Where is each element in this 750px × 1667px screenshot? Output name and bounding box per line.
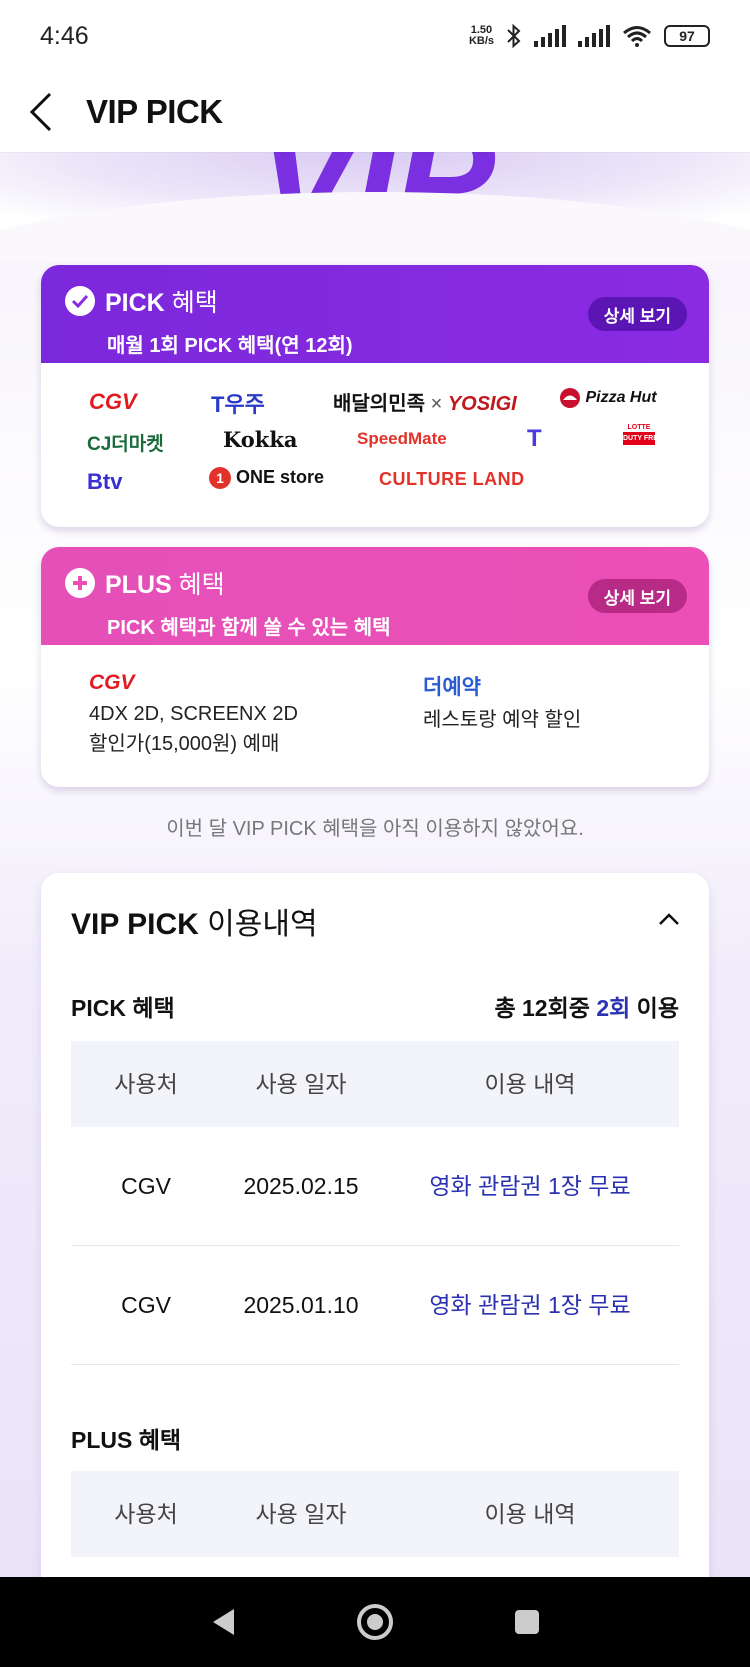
column-header: 사용 일자: [255, 1071, 347, 1097]
pick-card-title: PICK 혜택: [105, 289, 218, 317]
table-row: CGV 2025.02.15 영화 관람권 1장 무료: [71, 1127, 679, 1246]
pick-benefit-card: PICK 혜택 매월 1회 PICK 혜택(연 12회) 상세 보기 CGV T…: [41, 265, 709, 527]
plus-card-header: PLUS 혜택 PICK 혜택과 함께 쓸 수 있는 혜택 상세 보기: [41, 547, 709, 645]
t-logo: T: [527, 425, 542, 452]
usage-notice: 이번 달 VIP PICK 혜택을 아직 이용하지 않았어요.: [166, 818, 584, 840]
check-circle-icon: [65, 286, 95, 316]
lotte-dutyfree-logo: LOTTE DUTY FREE: [623, 423, 663, 445]
cell-place: CGV: [121, 1173, 171, 1199]
column-header: 사용처: [114, 1071, 178, 1097]
app-header: VIP PICK: [0, 72, 750, 152]
status-bar: 4:46 1.50 KB/s 97: [0, 0, 750, 72]
system-nav-bar: [0, 1577, 750, 1667]
plus-theyeyak-line1: 레스토랑 예약 할인: [423, 709, 582, 731]
column-header: 사용 일자: [255, 1501, 347, 1527]
collapse-button[interactable]: [657, 907, 681, 931]
onestore-logo: 1 ONE store: [209, 467, 324, 489]
cgv-logo: CGV: [89, 389, 137, 414]
column-header: 사용처: [114, 1501, 178, 1527]
kokka-logo: Kokka: [223, 427, 298, 452]
partner-logo-grid: CGV T우주 배달의민족 × YOSIGI Pizza Hut CJ더마켓 K…: [41, 363, 709, 527]
page-title: VIP PICK: [86, 93, 223, 130]
back-button[interactable]: [28, 90, 62, 134]
pick-detail-button[interactable]: 상세 보기: [587, 297, 687, 331]
column-header: 이용 내역: [484, 1501, 576, 1527]
cell-detail: 영화 관람권 1장 무료: [429, 1292, 631, 1318]
btv-logo: Btv: [87, 469, 123, 494]
back-triangle-icon[interactable]: [210, 1607, 236, 1637]
history-title: VIP PICK 이용내역: [71, 908, 318, 941]
status-icons: 1.50 KB/s 97: [469, 24, 710, 48]
pizzahut-logo: Pizza Hut: [559, 387, 657, 409]
usage-history-card: VIP PICK 이용내역 PICK 혜택 총 12회중 2회 이용 사용처 사…: [41, 873, 709, 1633]
network-speed: 1.50 KB/s: [468, 24, 494, 47]
cj-themarket-logo: CJ더마켓: [87, 434, 164, 455]
plus-detail-button[interactable]: 상세 보기: [587, 579, 687, 613]
recents-square-icon[interactable]: [514, 1609, 540, 1635]
cgv-logo: CGV: [89, 671, 135, 694]
plus-cgv-line1: 4DX 2D, SCREENX 2D: [89, 703, 298, 725]
plus-card-body: CGV 4DX 2D, SCREENX 2D 할인가(15,000원) 예매 더…: [41, 645, 709, 787]
baemin-logo: 배달의민족 × YOSIGI: [333, 393, 517, 415]
status-time: 4:46: [40, 21, 89, 50]
pick-usage-count: 총 12회중 2회 이용: [494, 995, 679, 1021]
plus-cgv-benefit: CGV 4DX 2D, SCREENX 2D 할인가(15,000원) 예매: [89, 671, 298, 759]
hero-banner: VIP: [0, 152, 750, 262]
pick-card-subtitle: 매월 1회 PICK 혜택(연 12회): [107, 335, 353, 357]
column-header: 이용 내역: [484, 1071, 576, 1097]
chevron-left-icon: [29, 92, 52, 132]
pick-table-header: 사용처 사용 일자 이용 내역: [71, 1041, 679, 1127]
home-circle-icon[interactable]: [356, 1603, 394, 1641]
tuju-logo: T우주: [211, 392, 265, 417]
signal-icon: [534, 25, 566, 47]
cell-date: 2025.02.15: [243, 1173, 359, 1199]
plus-card-subtitle: PICK 혜택과 함께 쓸 수 있는 혜택: [107, 617, 391, 639]
plus-history-label: PLUS 혜택: [71, 1427, 182, 1453]
speedmate-logo: SpeedMate: [357, 429, 447, 448]
cell-place: CGV: [121, 1292, 171, 1318]
plus-cgv-line2: 할인가(15,000원) 예매: [89, 733, 280, 755]
plus-theyeyak-benefit: 더예약 레스토랑 예약 할인: [423, 671, 581, 735]
plus-card-title: PLUS 혜택: [105, 571, 225, 599]
battery-icon: 97: [664, 25, 710, 47]
pick-history-label: PICK 혜택: [71, 995, 175, 1021]
cell-detail: 영화 관람권 1장 무료: [429, 1173, 631, 1199]
cell-date: 2025.01.10: [243, 1292, 359, 1318]
plus-circle-icon: [65, 568, 95, 598]
cultureland-logo: CULTURE LAND: [379, 469, 525, 489]
bluetooth-icon: [507, 24, 521, 48]
pick-card-header: PICK 혜택 매월 1회 PICK 혜택(연 12회) 상세 보기: [41, 265, 709, 363]
plus-benefit-card: PLUS 혜택 PICK 혜택과 함께 쓸 수 있는 혜택 상세 보기 CGV …: [41, 547, 709, 787]
wifi-icon: [623, 26, 651, 47]
plus-table-header: 사용처 사용 일자 이용 내역: [71, 1471, 679, 1557]
signal-icon-2: [578, 25, 610, 47]
table-row: CGV 2025.01.10 영화 관람권 1장 무료: [71, 1246, 679, 1365]
chevron-up-icon: [659, 913, 679, 925]
theyeyak-logo: 더예약: [423, 676, 481, 699]
